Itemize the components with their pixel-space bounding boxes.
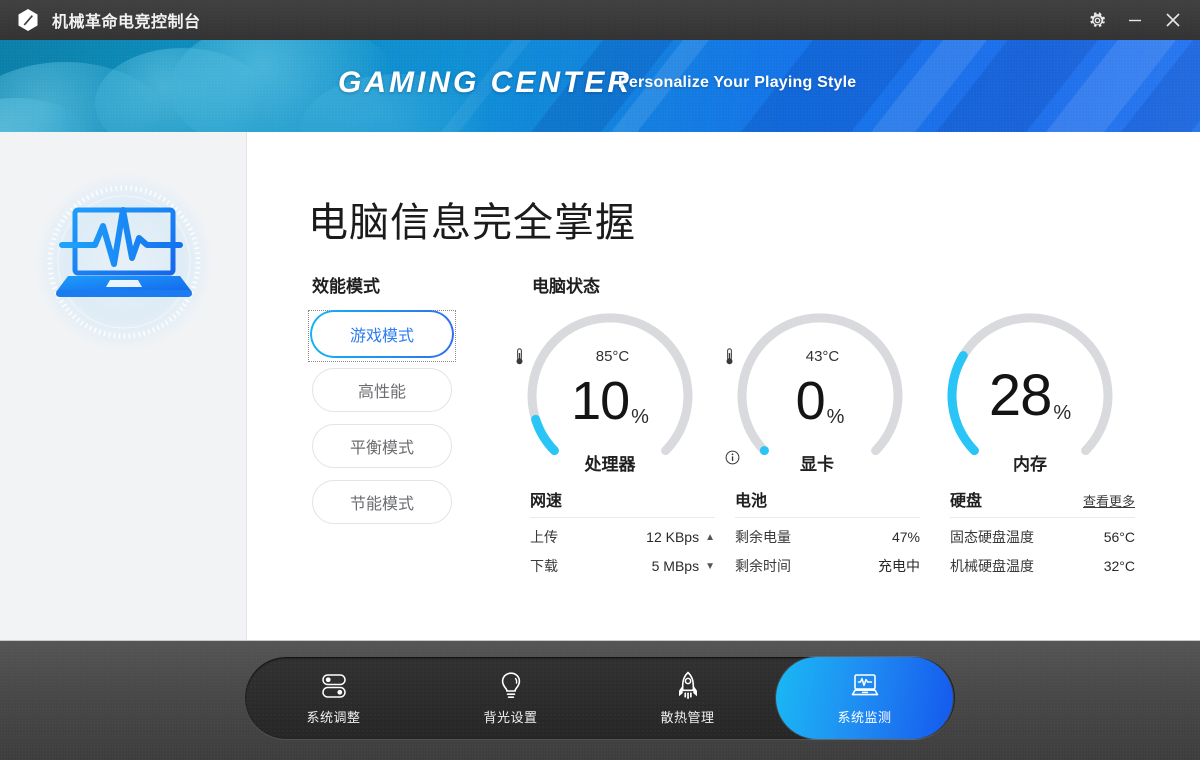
- stat-battery-title: 电池: [735, 493, 768, 510]
- stat-disk: 硬盘 查看更多 固态硬盘温度 56°C 机械硬盘温度 32°C: [950, 487, 1135, 576]
- gauge-cpu-temp-row: 85°C: [515, 348, 705, 365]
- gaming-center-banner: GAMING CENTER Personalize Your Playing S…: [0, 40, 1200, 132]
- stat-network-download-value: 5 MBps: [651, 558, 700, 574]
- arrow-down-icon: ▼: [705, 560, 715, 572]
- nav-item-system-tuning[interactable]: 系统调整: [245, 657, 422, 739]
- stat-network-download-value-group: 5 MBps ▼: [652, 558, 715, 574]
- close-icon: [1163, 10, 1183, 30]
- stat-battery: 电池 剩余电量 47% 剩余时间 充电中: [735, 487, 920, 576]
- gauge-gpu: 43°C 0% 显卡: [725, 300, 915, 490]
- laptop-pulse-icon: [848, 671, 882, 701]
- gauge-cpu-value: 10: [571, 371, 630, 431]
- gauge-memory-label: 内存: [1013, 455, 1047, 474]
- main-panel: 电脑信息完全掌握 效能模式 游戏模式 高性能 平衡模式 节能模式 电脑状态 85…: [247, 132, 1200, 640]
- stat-battery-header: 电池: [735, 487, 920, 518]
- content-area: 电脑信息完全掌握 效能模式 游戏模式 高性能 平衡模式 节能模式 电脑状态 85…: [0, 132, 1200, 640]
- gauge-gpu-temp-row: 43°C: [725, 348, 915, 365]
- mode-button-high-performance[interactable]: 高性能: [312, 368, 452, 412]
- gauge-memory-value-row: 28%: [935, 362, 1125, 429]
- gauge-memory-unit: %: [1053, 402, 1072, 424]
- stat-network-title: 网速: [530, 493, 563, 510]
- gauge-memory: 28% 内存: [935, 300, 1125, 490]
- mode-button-label: 平衡模式: [349, 440, 414, 457]
- stat-disk-title: 硬盘: [950, 493, 983, 510]
- nav-item-thermal-management[interactable]: 散热管理: [599, 657, 776, 739]
- sidebar: [0, 132, 247, 640]
- rocket-icon: [671, 671, 705, 701]
- mode-button-label: 高性能: [357, 384, 406, 401]
- stat-disk-hdd-key: 机械硬盘温度: [950, 558, 1034, 574]
- stat-battery-time-key: 剩余时间: [735, 558, 791, 574]
- footer-nav-bar: 系统调整 背光设置 散热管理 系统监测: [0, 640, 1200, 760]
- nav-item-label: 系统监测: [837, 709, 892, 725]
- stat-battery-time-value: 充电中: [878, 558, 920, 574]
- gauge-gpu-unit: %: [826, 406, 845, 428]
- gauge-memory-label-row: 内存: [935, 450, 1125, 475]
- mode-button-label: 游戏模式: [349, 328, 414, 345]
- minimize-icon: [1126, 11, 1144, 29]
- stat-row: 上传 12 KBps ▲: [530, 527, 715, 547]
- mode-button-balanced[interactable]: 平衡模式: [312, 424, 452, 468]
- mode-button-game[interactable]: 游戏模式: [310, 310, 454, 358]
- gauge-cpu-temp: 85°C: [595, 348, 630, 365]
- mode-button-power-saving[interactable]: 节能模式: [312, 480, 452, 524]
- nav-pill-container: 系统调整 背光设置 散热管理 系统监测: [245, 657, 955, 739]
- gauge-gpu-value-row: 0%: [725, 370, 915, 432]
- nav-item-label: 系统调整: [306, 709, 361, 725]
- gauge-cpu: 85°C 10% 处理器: [515, 300, 705, 490]
- settings-button[interactable]: [1078, 0, 1116, 40]
- close-button[interactable]: [1154, 0, 1192, 40]
- toggle-switches-icon: [317, 671, 351, 701]
- mode-button-label: 节能模式: [349, 496, 414, 513]
- gaming-center-window: 机械革命电竞控制台 GAMING CENTER Personalize Your…: [0, 0, 1200, 760]
- stat-row: 下载 5 MBps ▼: [530, 556, 715, 576]
- stat-network-upload-value-group: 12 KBps ▲: [646, 529, 715, 545]
- stat-network-header: 网速: [530, 487, 715, 518]
- gauge-gpu-label: 显卡: [800, 455, 834, 474]
- nav-item-system-monitor[interactable]: 系统监测: [776, 657, 953, 739]
- stat-row: 固态硬盘温度 56°C: [950, 527, 1135, 547]
- gauge-cpu-label: 处理器: [584, 455, 636, 474]
- performance-mode-label: 效能模式: [312, 277, 380, 296]
- gear-icon: [1089, 11, 1106, 29]
- stat-disk-ssd-key: 固态硬盘温度: [950, 529, 1034, 545]
- nav-item-label: 背光设置: [483, 709, 538, 725]
- nav-item-backlight-settings[interactable]: 背光设置: [422, 657, 599, 739]
- stat-network-upload-value: 12 KBps: [646, 529, 700, 545]
- computer-status-label: 电脑状态: [532, 277, 600, 296]
- banner-title: GAMING CENTER: [338, 66, 632, 99]
- gauge-gpu-label-row: 显卡: [725, 450, 915, 475]
- minimize-button[interactable]: [1116, 0, 1154, 40]
- stat-network-download-key: 下载: [530, 558, 558, 574]
- stat-disk-hdd-value: 32°C: [1103, 558, 1135, 574]
- gauge-cpu-label-row: 处理器: [515, 450, 705, 475]
- hexagon-logo-icon: [16, 8, 40, 32]
- gauge-cpu-unit: %: [631, 406, 649, 428]
- arrow-up-icon: ▲: [705, 531, 715, 543]
- title-bar: 机械革命电竞控制台: [0, 0, 1200, 40]
- nav-item-label: 散热管理: [660, 709, 715, 725]
- window-title: 机械革命电竞控制台: [52, 14, 201, 31]
- stat-network: 网速 上传 12 KBps ▲ 下载 5 MBps ▼: [530, 487, 715, 576]
- page-title: 电脑信息完全掌握: [308, 201, 636, 245]
- banner-subtitle: Personalize Your Playing Style: [618, 74, 857, 91]
- gauge-memory-value: 28: [988, 363, 1053, 428]
- gauge-gpu-value: 0: [795, 371, 826, 431]
- stat-disk-header: 硬盘 查看更多: [950, 487, 1135, 518]
- gauge-gpu-temp: 43°C: [805, 348, 840, 365]
- gauge-cpu-value-row: 10%: [515, 370, 705, 432]
- stat-network-upload-key: 上传: [530, 529, 558, 545]
- stat-row: 机械硬盘温度 32°C: [950, 556, 1135, 576]
- stat-disk-view-more-link[interactable]: 查看更多: [1083, 491, 1135, 510]
- stat-battery-level-key: 剩余电量: [735, 529, 791, 545]
- stat-disk-ssd-value: 56°C: [1103, 529, 1135, 545]
- stat-battery-level-value: 47%: [891, 529, 920, 545]
- stat-row: 剩余电量 47%: [735, 527, 920, 547]
- stat-row: 剩余时间 充电中: [735, 556, 920, 576]
- lightbulb-icon: [494, 671, 528, 701]
- laptop-pulse-monitor-icon: [22, 160, 227, 365]
